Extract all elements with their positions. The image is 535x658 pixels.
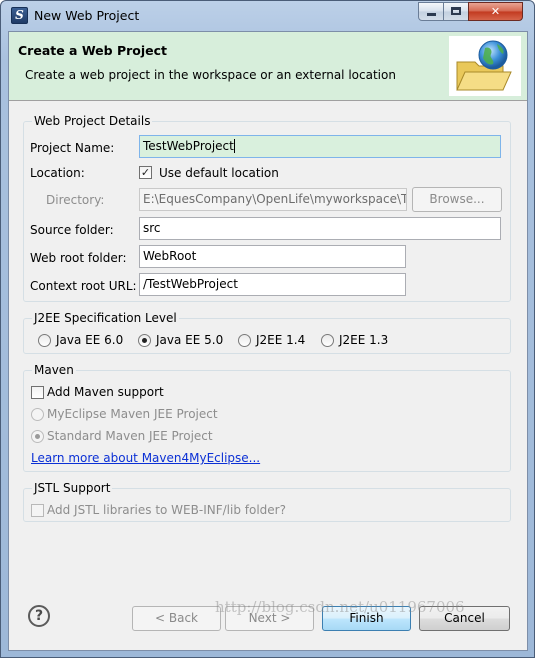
add-maven-support-checkbox[interactable] (31, 386, 44, 399)
close-button[interactable]: ✕ (468, 2, 523, 21)
radio-label-java-ee-6: Java EE 6.0 (56, 333, 124, 347)
radio-label-j2ee-1-4: J2EE 1.4 (256, 333, 306, 347)
web-project-folder-globe-icon (449, 36, 521, 96)
directory-label: Directory: (46, 193, 105, 207)
close-icon: ✕ (490, 5, 501, 18)
radio-j2ee-1-3[interactable] (321, 334, 334, 347)
source-folder-input[interactable]: src (139, 217, 501, 240)
directory-input[interactable]: E:\EquesCompany\OpenLife\myworkspace\Te (139, 188, 407, 211)
radio-label-myeclipse-maven-jee: MyEclipse Maven JEE Project (47, 407, 218, 421)
web-root-folder-label: Web root folder: (30, 251, 127, 265)
maximize-icon (451, 7, 461, 15)
banner-title: Create a Web Project (18, 43, 168, 58)
back-button[interactable]: < Back (132, 606, 221, 631)
window-title: New Web Project (34, 8, 140, 23)
use-default-location-label: Use default location (159, 166, 279, 180)
add-jstl-libraries-label: Add JSTL libraries to WEB-INF/lib folder… (47, 503, 286, 517)
dialog-window: S New Web Project ✕ Create a Web Project… (0, 0, 535, 658)
radio-myeclipse-maven-jee[interactable] (31, 408, 44, 421)
wizard-banner: Create a Web Project Create a web projec… (9, 32, 527, 101)
title-bar[interactable]: S New Web Project ✕ (1, 1, 534, 31)
dialog-client-area: Create a Web Project Create a web projec… (8, 31, 528, 651)
project-name-input[interactable]: TestWebProject (139, 135, 501, 158)
context-root-url-input[interactable]: /TestWebProject (139, 273, 406, 296)
radio-standard-maven-jee[interactable] (31, 430, 44, 443)
minimize-icon (426, 13, 436, 16)
radio-j2ee-1-4[interactable] (238, 334, 251, 347)
group-label: Web Project Details (32, 114, 153, 128)
location-label: Location: (30, 166, 85, 180)
text-caret (233, 139, 235, 153)
source-folder-label: Source folder: (30, 223, 114, 237)
myeclipse-app-icon: S (11, 7, 28, 24)
group-label: JSTL Support (32, 481, 113, 495)
project-name-label: Project Name: (30, 141, 115, 155)
maximize-button[interactable] (443, 2, 469, 21)
help-icon[interactable]: ? (28, 605, 50, 627)
project-name-value: TestWebProject (143, 139, 234, 153)
add-jstl-libraries-checkbox[interactable] (31, 504, 44, 517)
radio-label-java-ee-5: Java EE 5.0 (156, 333, 224, 347)
minimize-button[interactable] (418, 2, 444, 21)
context-root-url-label: Context root URL: (30, 279, 137, 293)
group-label: J2EE Specification Level (32, 311, 179, 325)
add-maven-support-label: Add Maven support (47, 385, 164, 399)
banner-subtitle: Create a web project in the workspace or… (25, 68, 396, 82)
radio-java-ee-5[interactable] (138, 334, 151, 347)
radio-java-ee-6[interactable] (38, 334, 51, 347)
radio-label-j2ee-1-3: J2EE 1.3 (339, 333, 389, 347)
web-root-folder-input[interactable]: WebRoot (139, 245, 406, 268)
learn-more-maven-link[interactable]: Learn more about Maven4MyEclipse... (31, 451, 260, 465)
radio-label-standard-maven-jee: Standard Maven JEE Project (47, 429, 213, 443)
browse-button[interactable]: Browse... (412, 187, 502, 212)
watermark-text: http://blog.csdn.net/u011967006 (215, 598, 465, 616)
use-default-location-checkbox[interactable]: ✓ (139, 166, 152, 179)
group-label: Maven (32, 363, 76, 377)
